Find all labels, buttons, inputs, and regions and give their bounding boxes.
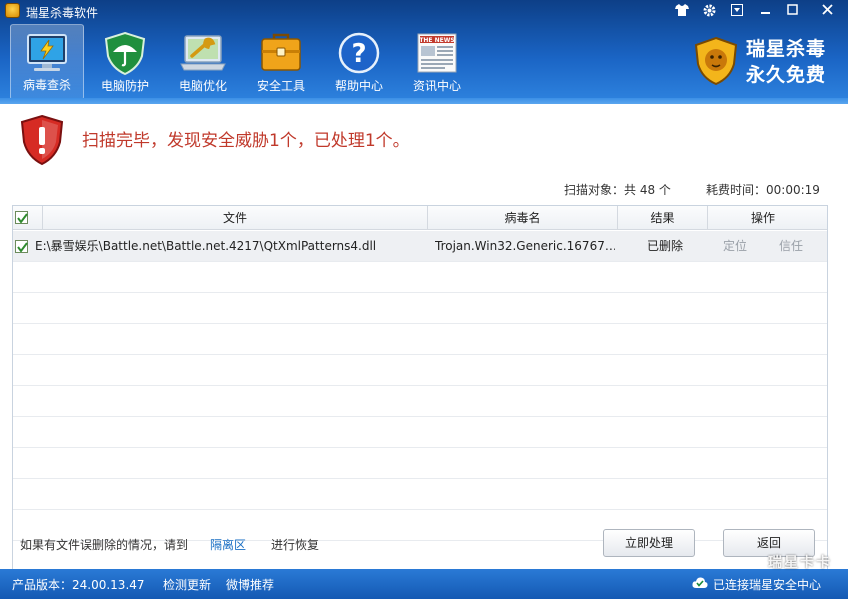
product-version: 产品版本：24.00.13.47 (12, 578, 145, 592)
umbrella-shield-icon (104, 31, 146, 76)
file-path: E:\暴雪娱乐\Battle.net\Battle.net.4217\QtXml… (35, 239, 377, 253)
column-header-action: 操作 (750, 211, 775, 225)
table-row-empty (13, 293, 827, 324)
tab-news-center[interactable]: THE NEWS 资讯中心 (400, 24, 474, 100)
tab-label: 电脑优化 (178, 79, 227, 93)
main-content: 扫描完毕，发现安全威胁1个，已处理1个。 扫描对象：共 48 个 耗费时间：00… (0, 104, 848, 599)
tab-pc-optimize[interactable]: 电脑优化 (166, 24, 240, 100)
check-update-link[interactable]: 检测更新 (163, 576, 211, 593)
quarantine-link[interactable]: 隔离区 (210, 536, 246, 553)
row-checkbox[interactable] (15, 240, 28, 253)
connection-status: 已连接瑞星安全中心 (713, 578, 822, 592)
wrench-laptop-icon (180, 35, 226, 71)
table-row[interactable]: E:\暴雪娱乐\Battle.net\Battle.net.4217\QtXml… (13, 231, 827, 262)
gear-icon[interactable] (696, 0, 723, 20)
tab-label: 安全工具 (256, 79, 305, 93)
trust-link[interactable]: 信任 (779, 231, 819, 261)
locate-link[interactable]: 定位 (723, 231, 763, 261)
help-icon: ? (338, 32, 380, 74)
watermark-text: 瑞星卡卡 (768, 555, 832, 571)
news-icon: THE NEWS (417, 33, 457, 73)
tab-help-center[interactable]: ? 帮助中心 (322, 24, 396, 100)
weibo-link[interactable]: 微博推荐 (226, 576, 274, 593)
virus-name: Trojan.Win32.Generic.16767… (435, 239, 615, 253)
tab-label: 电脑防护 (100, 79, 149, 93)
table-row-empty (13, 386, 827, 417)
status-bar: 产品版本：24.00.13.47 检测更新 微博推荐 已连接瑞星安全中心 (0, 569, 848, 599)
virus-scan-icon (27, 34, 67, 71)
column-header-result[interactable]: 结果 (618, 206, 708, 230)
tab-label: 帮助中心 (334, 79, 383, 93)
restore-note-suffix: 进行恢复 (271, 538, 320, 552)
shirt-icon[interactable] (668, 0, 695, 20)
window-title: 瑞星杀毒软件 (26, 6, 99, 20)
svg-text:?: ? (351, 39, 366, 69)
tab-label: 资讯中心 (412, 79, 461, 93)
table-row-empty (13, 324, 827, 355)
scan-result-message: 扫描完毕，发现安全威胁1个，已处理1个。 (82, 131, 410, 151)
column-header-virus[interactable]: 病毒名 (428, 206, 618, 230)
app-logo-icon (5, 3, 20, 18)
table-row-empty (13, 479, 827, 510)
table-row-empty (13, 417, 827, 448)
result-status: 已删除 (647, 239, 684, 253)
select-all-cell (13, 206, 43, 230)
tab-virus-scan[interactable]: 病毒查杀 (10, 24, 84, 100)
brand-line1: 瑞星杀毒 (746, 38, 827, 60)
scan-object-count: 扫描对象：共 48 个 (564, 183, 671, 197)
column-header-file[interactable]: 文件 (43, 206, 428, 230)
scan-elapsed-time: 耗费时间：00:00:19 (706, 183, 820, 197)
warning-shield-icon (20, 114, 64, 166)
brand-line2: 永久免费 (746, 64, 827, 86)
restore-note: 如果有文件误删除的情况，请到 (20, 538, 189, 552)
minimize-icon[interactable] (752, 0, 779, 20)
close-icon[interactable] (808, 0, 846, 20)
tab-pc-protection[interactable]: 电脑防护 (88, 24, 162, 100)
cloud-connected-icon (692, 576, 708, 593)
table-row-empty (13, 262, 827, 293)
svg-text:THE NEWS: THE NEWS (419, 37, 454, 44)
tab-label: 病毒查杀 (22, 78, 71, 92)
toolbox-icon (261, 33, 301, 71)
tab-security-tools[interactable]: 安全工具 (244, 24, 318, 100)
header-bar: 瑞星杀毒软件 病毒查杀 电脑防护 电脑优化 安全工具 ? 帮助中心 THE NE… (0, 0, 848, 104)
process-now-button[interactable]: 立即处理 (603, 529, 695, 557)
table-header: 文件 病毒名 结果 操作 (13, 206, 827, 230)
menu-icon[interactable] (723, 0, 750, 20)
title-bar: 瑞星杀毒软件 (0, 0, 848, 22)
brand-logo: 瑞星杀毒 永久免费 (692, 34, 832, 90)
select-all-checkbox[interactable] (15, 211, 28, 224)
lion-shield-icon (694, 36, 738, 86)
maximize-icon[interactable] (779, 0, 806, 20)
table-row-empty (13, 355, 827, 386)
table-row-empty (13, 448, 827, 479)
